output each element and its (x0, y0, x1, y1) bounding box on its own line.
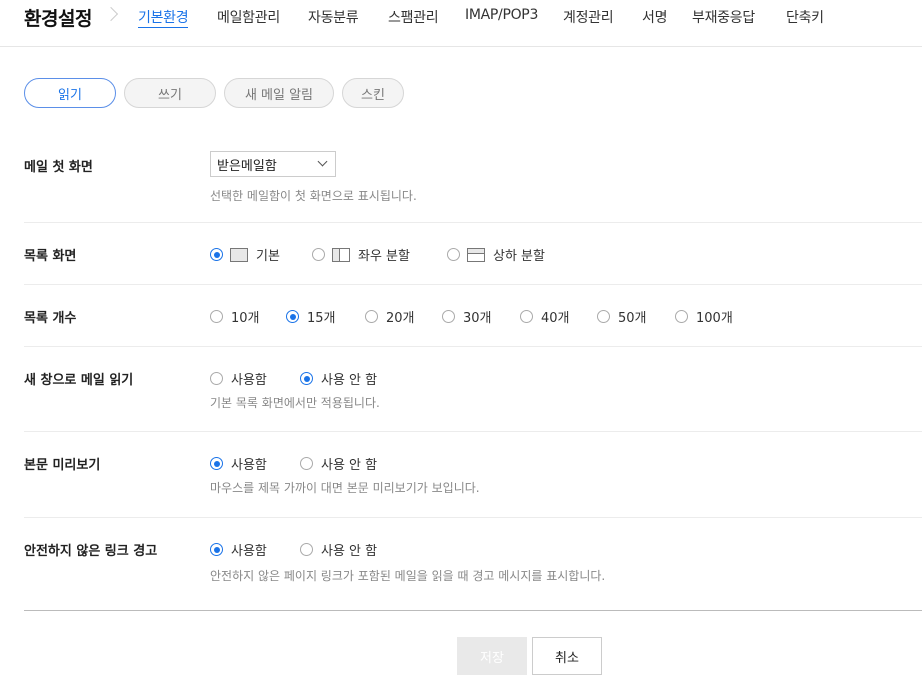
option-label: 기본 (256, 249, 280, 264)
setting-label: 메일 첫 화면 (24, 160, 93, 175)
unsafe-link-off[interactable]: 사용 안 함 (300, 540, 377, 559)
list-count-10[interactable]: 10개 (210, 307, 260, 326)
setting-label: 본문 미리보기 (24, 458, 101, 473)
layout-split-horizontal-icon (467, 247, 485, 262)
tab-spam[interactable]: 스팸관리 (388, 7, 439, 27)
cancel-button[interactable]: 취소 (532, 637, 602, 675)
subtab-write[interactable]: 쓰기 (124, 78, 216, 108)
subtab-new-mail-alert[interactable]: 새 메일 알림 (224, 78, 334, 108)
page-title: 환경설정 (24, 8, 92, 30)
help-text: 안전하지 않은 페이지 링크가 포함된 메일을 읽을 때 경고 메시지를 표시합… (210, 569, 606, 583)
tab-away-reply[interactable]: 부재중응답 (692, 7, 755, 27)
chevron-right-icon (103, 6, 119, 22)
option-label: 좌우 분할 (358, 249, 410, 264)
setting-first-screen: 메일 첫 화면 받은메일함 선택한 메일함이 첫 화면으로 표시됩니다. (24, 140, 922, 223)
option-label: 사용 안 함 (321, 373, 378, 388)
setting-label: 새 창으로 메일 읽기 (24, 373, 134, 388)
radio-checked[interactable] (300, 372, 313, 385)
option-label: 15개 (307, 311, 336, 326)
radio-unchecked[interactable] (300, 543, 313, 556)
option-label: 40개 (541, 311, 570, 326)
setting-list-view: 목록 화면 기본 좌우 분할 상하 분할 (24, 223, 922, 285)
save-button[interactable]: 저장 (457, 637, 527, 675)
tab-mailbox[interactable]: 메일함관리 (217, 7, 280, 27)
chevron-down-icon (317, 156, 328, 167)
list-view-option-basic[interactable]: 기본 (210, 245, 280, 264)
radio-unchecked[interactable] (447, 248, 460, 261)
option-label: 사용함 (231, 458, 267, 473)
option-label: 100개 (696, 311, 733, 326)
option-label: 사용 안 함 (321, 458, 378, 473)
setting-preview: 본문 미리보기 사용함 사용 안 함 마우스를 제목 가까이 대면 본문 미리보… (24, 432, 922, 518)
subtab-skin[interactable]: 스킨 (342, 78, 404, 108)
radio-unchecked[interactable] (312, 248, 325, 261)
tab-basic[interactable]: 기본환경 (138, 7, 189, 28)
radio-checked[interactable] (210, 457, 223, 470)
help-text: 선택한 메일함이 첫 화면으로 표시됩니다. (210, 189, 417, 203)
tab-account[interactable]: 계정관리 (563, 7, 614, 27)
setting-label: 안전하지 않은 링크 경고 (24, 544, 158, 559)
subtab-read[interactable]: 읽기 (24, 78, 116, 108)
divider (24, 610, 922, 611)
tab-imap-pop3[interactable]: IMAP/POP3 (465, 7, 538, 23)
tab-shortcuts[interactable]: 단축키 (786, 7, 824, 27)
list-view-option-split-v[interactable]: 좌우 분할 (312, 245, 410, 264)
radio-unchecked[interactable] (675, 310, 688, 323)
setting-unsafe-link: 안전하지 않은 링크 경고 사용함 사용 안 함 안전하지 않은 페이지 링크가… (24, 518, 922, 598)
new-window-off[interactable]: 사용 안 함 (300, 369, 377, 388)
option-label: 50개 (618, 311, 647, 326)
top-nav: 환경설정 기본환경 메일함관리 자동분류 스팸관리 IMAP/POP3 계정관리… (0, 0, 922, 47)
list-count-40[interactable]: 40개 (520, 307, 570, 326)
new-window-on[interactable]: 사용함 (210, 369, 267, 388)
setting-list-count: 목록 개수 10개 15개 20개 30개 40개 50개 100개 (24, 285, 922, 347)
preview-on[interactable]: 사용함 (210, 454, 267, 473)
radio-checked[interactable] (210, 543, 223, 556)
first-screen-select[interactable]: 받은메일함 (210, 151, 336, 177)
radio-unchecked[interactable] (597, 310, 610, 323)
layout-split-vertical-icon (332, 247, 350, 262)
setting-new-window: 새 창으로 메일 읽기 사용함 사용 안 함 기본 목록 화면에서만 적용됩니다… (24, 347, 922, 432)
radio-unchecked[interactable] (365, 310, 378, 323)
list-count-15[interactable]: 15개 (286, 307, 336, 326)
help-text: 마우스를 제목 가까이 대면 본문 미리보기가 보입니다. (210, 481, 480, 495)
option-label: 사용함 (231, 544, 267, 559)
help-text: 기본 목록 화면에서만 적용됩니다. (210, 396, 380, 410)
list-count-20[interactable]: 20개 (365, 307, 415, 326)
option-label: 사용함 (231, 373, 267, 388)
option-label: 20개 (386, 311, 415, 326)
radio-unchecked[interactable] (210, 372, 223, 385)
select-value: 받은메일함 (217, 158, 277, 174)
radio-checked[interactable] (210, 248, 223, 261)
tab-signature[interactable]: 서명 (642, 7, 667, 27)
preview-off[interactable]: 사용 안 함 (300, 454, 377, 473)
radio-unchecked[interactable] (300, 457, 313, 470)
list-count-100[interactable]: 100개 (675, 307, 733, 326)
option-label: 10개 (231, 311, 260, 326)
radio-unchecked[interactable] (210, 310, 223, 323)
list-view-option-split-h[interactable]: 상하 분할 (447, 245, 545, 264)
setting-label: 목록 개수 (24, 311, 77, 326)
layout-basic-icon (230, 247, 248, 262)
list-count-30[interactable]: 30개 (442, 307, 492, 326)
tab-auto-sort[interactable]: 자동분류 (308, 7, 359, 27)
unsafe-link-on[interactable]: 사용함 (210, 540, 267, 559)
setting-label: 목록 화면 (24, 249, 77, 264)
radio-unchecked[interactable] (442, 310, 455, 323)
option-label: 상하 분할 (493, 249, 545, 264)
list-count-50[interactable]: 50개 (597, 307, 647, 326)
radio-checked[interactable] (286, 310, 299, 323)
radio-unchecked[interactable] (520, 310, 533, 323)
option-label: 30개 (463, 311, 492, 326)
option-label: 사용 안 함 (321, 544, 378, 559)
